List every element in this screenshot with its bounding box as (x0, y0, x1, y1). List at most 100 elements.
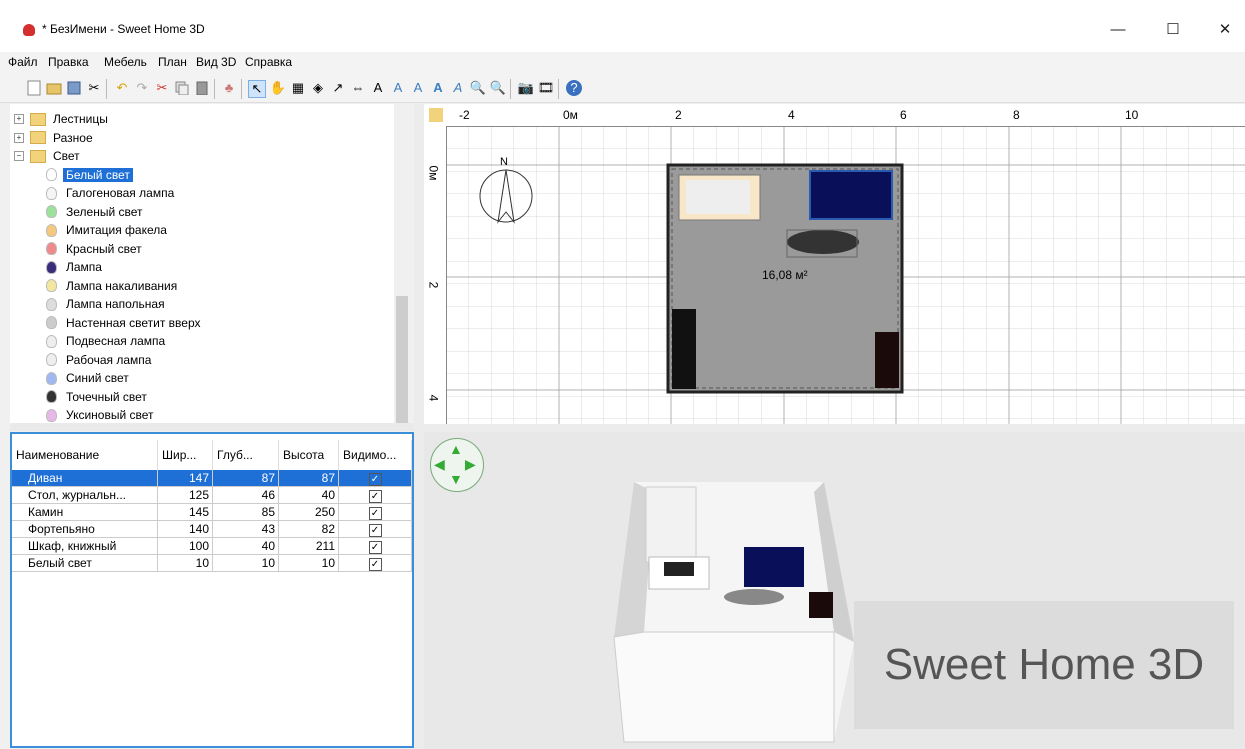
tree-item[interactable]: Подвесная лампа (46, 332, 168, 350)
tree-item[interactable]: Зеленый свет (46, 203, 146, 221)
navigation-arrows[interactable]: ▲ ▼ ◀ ▶ (430, 438, 484, 492)
col-depth-header[interactable]: Глуб... (213, 440, 279, 470)
table-cell: 125 (158, 487, 213, 504)
increase-text-icon[interactable]: A (390, 80, 406, 96)
tree-item[interactable]: Точечный свет (46, 388, 150, 406)
right-splitter[interactable] (424, 424, 1245, 432)
table-cell: 211 (279, 538, 339, 555)
undo-icon[interactable]: ↶ (114, 80, 130, 96)
new-file-icon[interactable] (26, 80, 42, 96)
bold-icon[interactable]: A (430, 80, 446, 96)
help-icon[interactable]: ? (566, 80, 582, 96)
cut-icon[interactable]: ✂ (154, 80, 170, 96)
add-furniture-icon[interactable]: ♣ (221, 80, 237, 96)
table-cell: 145 (158, 504, 213, 521)
tree-item[interactable]: Красный свет (46, 240, 145, 258)
col-name-header[interactable]: Наименование (12, 440, 158, 470)
tree-item[interactable]: Белый свет (46, 166, 133, 184)
arrow-up-icon[interactable]: ▲ (449, 441, 463, 457)
arrow-right-icon[interactable]: ▶ (465, 456, 476, 473)
col-width-header[interactable]: Шир... (158, 440, 213, 470)
menu-edit[interactable]: Правка (48, 55, 89, 69)
save-icon[interactable] (66, 80, 82, 96)
table-row[interactable]: Белый свет 10 10 10 ✓ (12, 555, 412, 572)
add-text-icon[interactable]: A (370, 80, 386, 96)
tree-item[interactable]: Синий свет (46, 369, 132, 387)
ruler-v-label: 0м (426, 165, 441, 181)
visible-checkbox[interactable]: ✓ (368, 558, 382, 571)
minimize-button[interactable]: — (1095, 14, 1141, 44)
ruler-h-label: 10 (1125, 108, 1139, 122)
menu-help[interactable]: Справка (245, 55, 292, 69)
lamp-icon (46, 316, 57, 329)
paste-icon[interactable] (194, 80, 210, 96)
italic-icon[interactable]: A (450, 80, 466, 96)
tree-category[interactable]: − Свет (14, 147, 83, 165)
tree-item-label: Красный свет (66, 241, 142, 256)
tree-item[interactable]: Лампа (46, 258, 105, 276)
lamp-icon (46, 279, 57, 292)
visible-checkbox[interactable]: ✓ (368, 473, 382, 486)
select-icon[interactable]: ↖ (248, 80, 266, 98)
tree-category[interactable]: + Разное (14, 129, 96, 147)
left-splitter[interactable] (10, 423, 415, 431)
tree-item[interactable]: Имитация факела (46, 221, 170, 239)
menu-file[interactable]: Файл (8, 55, 38, 69)
tree-item-label: Рабочая лампа (66, 352, 152, 367)
zoom-in-icon[interactable]: 🔍 (470, 80, 486, 96)
visible-checkbox[interactable]: ✓ (368, 524, 382, 537)
create-walls-icon[interactable]: ▦ (290, 80, 306, 96)
copy-icon[interactable] (174, 80, 190, 96)
catalog-scroll-thumb[interactable] (396, 296, 408, 424)
lamp-icon (46, 260, 57, 274)
expand-toggle-icon[interactable]: + (14, 132, 24, 143)
window-title: * БезИмени - Sweet Home 3D (42, 22, 205, 36)
cut-icon[interactable]: ✂ (86, 80, 102, 96)
table-row[interactable]: Диван 147 87 87 ✓ (12, 470, 412, 487)
table-row[interactable]: Камин 145 85 250 ✓ (12, 504, 412, 521)
tree-item[interactable]: Лампа накаливания (46, 277, 180, 295)
menu-3dview[interactable]: Вид 3D (196, 55, 236, 69)
tree-item[interactable]: Уксиновый свет (46, 406, 157, 423)
redo-icon[interactable]: ↷ (134, 80, 150, 96)
maximize-button[interactable]: ☐ (1150, 14, 1196, 44)
col-height-header[interactable]: Высота (279, 440, 339, 470)
menu-furniture[interactable]: Мебель (104, 55, 147, 69)
ruler-v-label: 2 (426, 281, 441, 289)
col-visible-header[interactable]: Видимо... (339, 440, 412, 470)
tree-item[interactable]: Лампа напольная (46, 295, 168, 313)
arrow-down-icon[interactable]: ▼ (449, 471, 463, 487)
plan-view[interactable]: N 16,08 м² (424, 104, 1245, 424)
visible-checkbox[interactable]: ✓ (368, 541, 382, 554)
table-row[interactable]: Шкаф, книжный 100 40 211 ✓ (12, 538, 412, 555)
photo-icon[interactable]: 📷 (518, 80, 534, 96)
create-rooms-icon[interactable]: ◈ (310, 80, 326, 96)
tree-item[interactable]: Галогеновая лампа (46, 184, 177, 202)
main-vertical-splitter[interactable] (414, 104, 424, 749)
create-polylines-icon[interactable]: ↗ (330, 80, 346, 96)
create-dimensions-icon[interactable]: ⇔ (350, 80, 366, 96)
tree-item-label: Синий свет (66, 371, 129, 385)
tree-item-label: Лампа напольная (66, 297, 165, 311)
tree-item[interactable]: Рабочая лампа (46, 351, 154, 369)
menu-plan[interactable]: План (158, 55, 187, 69)
close-button[interactable]: ✕ (1202, 14, 1245, 44)
tree-category[interactable]: + Лестницы (14, 110, 111, 128)
expand-toggle-icon[interactable]: − (14, 151, 24, 161)
table-cell: Фортепьяно (12, 521, 158, 538)
table-row[interactable]: Фортепьяно 140 43 82 ✓ (12, 521, 412, 538)
tree-item[interactable]: Настенная светит вверх (46, 314, 204, 332)
visible-checkbox[interactable]: ✓ (368, 490, 382, 503)
pan-icon[interactable]: ✋ (270, 80, 286, 96)
folder-icon (30, 131, 46, 144)
decrease-text-icon[interactable]: A (410, 80, 426, 96)
zoom-out-icon[interactable]: 🔍 (490, 80, 506, 96)
open-icon[interactable] (46, 80, 62, 96)
title-bar: * БезИмени - Sweet Home 3D — ☐ ✕ (0, 0, 1245, 52)
table-cell: 85 (213, 504, 279, 521)
expand-toggle-icon[interactable]: + (14, 114, 24, 124)
visible-checkbox[interactable]: ✓ (368, 507, 382, 520)
video-icon[interactable]: 🎞 (538, 80, 555, 96)
table-row[interactable]: Стол, журнальн... 125 46 40 ✓ (12, 487, 412, 504)
arrow-left-icon[interactable]: ◀ (434, 456, 445, 473)
